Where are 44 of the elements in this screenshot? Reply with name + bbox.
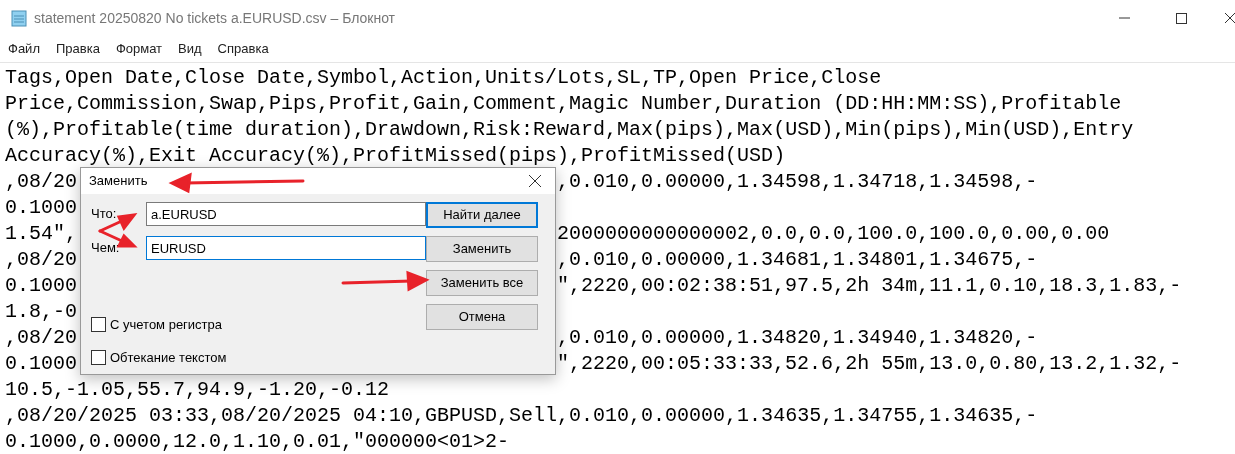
menu-item[interactable]: Справка (217, 39, 269, 59)
dialog-button[interactable]: Найти далее (426, 202, 538, 228)
text-field[interactable]: EURUSD (146, 236, 426, 260)
field-label: Что: (91, 206, 117, 222)
text-line: Tags,Open Date,Close Date,Symbol,Action,Units/Lots,SL,TP,Open Price,Close (5, 66, 882, 89)
text-line: 10.5,-1.05,55.7,94.9,-1.20,-0.12 (5, 378, 390, 401)
text-line: 0.1000 (5, 274, 77, 297)
checkbox[interactable] (91, 317, 106, 333)
menu-item[interactable]: Файл (8, 39, 40, 59)
dialog-button[interactable]: Заменить (426, 236, 538, 262)
notepad-icon (10, 9, 28, 27)
text-line: 0.1000 (5, 196, 77, 219)
window-title: statement 20250820 No tickets a.EURUSD.csv – Блокнот (34, 8, 397, 28)
maximize-icon[interactable] (1176, 12, 1187, 24)
text-line: ",2220,00:02:38:51,97.5,2h 34m,11.1,0.10,18.3,1.83,- (557, 274, 1182, 297)
menu-item[interactable]: Вид (178, 39, 202, 59)
text-line: 2000000000000002,0.0,0.0,100.0,100.0,0.00,0.00 (557, 222, 1110, 245)
dialog-button[interactable]: Заменить все (426, 270, 538, 296)
menu-item[interactable]: Правка (55, 39, 100, 59)
text-line: ,08/20 (5, 170, 77, 193)
text-line: ,0.010,0.00000,1.34598,1.34718,1.34598,- (557, 170, 1038, 193)
text-line: Price,Commission,Swap,Pips,Profit,Gain,Comment,Magic Number,Duration (DD:HH:MM:SS),Profitable (5, 92, 1122, 115)
text-line: ,08/20 (5, 326, 77, 349)
close-icon[interactable] (529, 175, 541, 187)
text-line: 1.8,-0 (5, 300, 77, 323)
checkbox-label: Обтекание текстом (110, 349, 227, 366)
text-line: ",2220,00:05:33:33,52.6,2h 55m,13.0,0.80,13.2,1.32,- (557, 352, 1182, 375)
menu-item[interactable]: Формат (115, 39, 163, 59)
text-line: 0.1000 (5, 352, 77, 375)
text-line: ,0.010,0.00000,1.34681,1.34801,1.34675,- (557, 248, 1038, 271)
text-line: 1.54", (5, 222, 77, 245)
text-line: 0.1000,0.0000,12.0,1.10,0.01,"000000<01>2- (5, 430, 510, 453)
text-line: Accuracy(%),Exit Accuracy(%),ProfitMissed(pips),ProfitMissed(USD) (5, 144, 786, 167)
dialog-button[interactable]: Отмена (426, 304, 538, 330)
checkbox[interactable] (91, 349, 106, 365)
text-line: ,08/20/2025 03:33,08/20/2025 04:10,GBPUSD,Sell,0.010,0.00000,1.34635,1.34755,1.34635,- (5, 404, 1038, 427)
text-field[interactable]: a.EURUSD (146, 202, 426, 226)
checkbox-label: С учетом регистра (110, 317, 223, 333)
text-line: (%),Profitable(time duration),Drawdown,Risk:Reward,Max(pips),Max(USD),Min(pips),Min(USD),Entry (5, 118, 1134, 141)
text-line: ,08/20 (5, 248, 77, 271)
dialog-title: Заменить (89, 173, 148, 189)
field-label: Чем: (91, 240, 120, 256)
close-icon[interactable] (1225, 12, 1235, 24)
text-line: ,0.010,0.00000,1.34820,1.34940,1.34820,- (557, 326, 1038, 349)
